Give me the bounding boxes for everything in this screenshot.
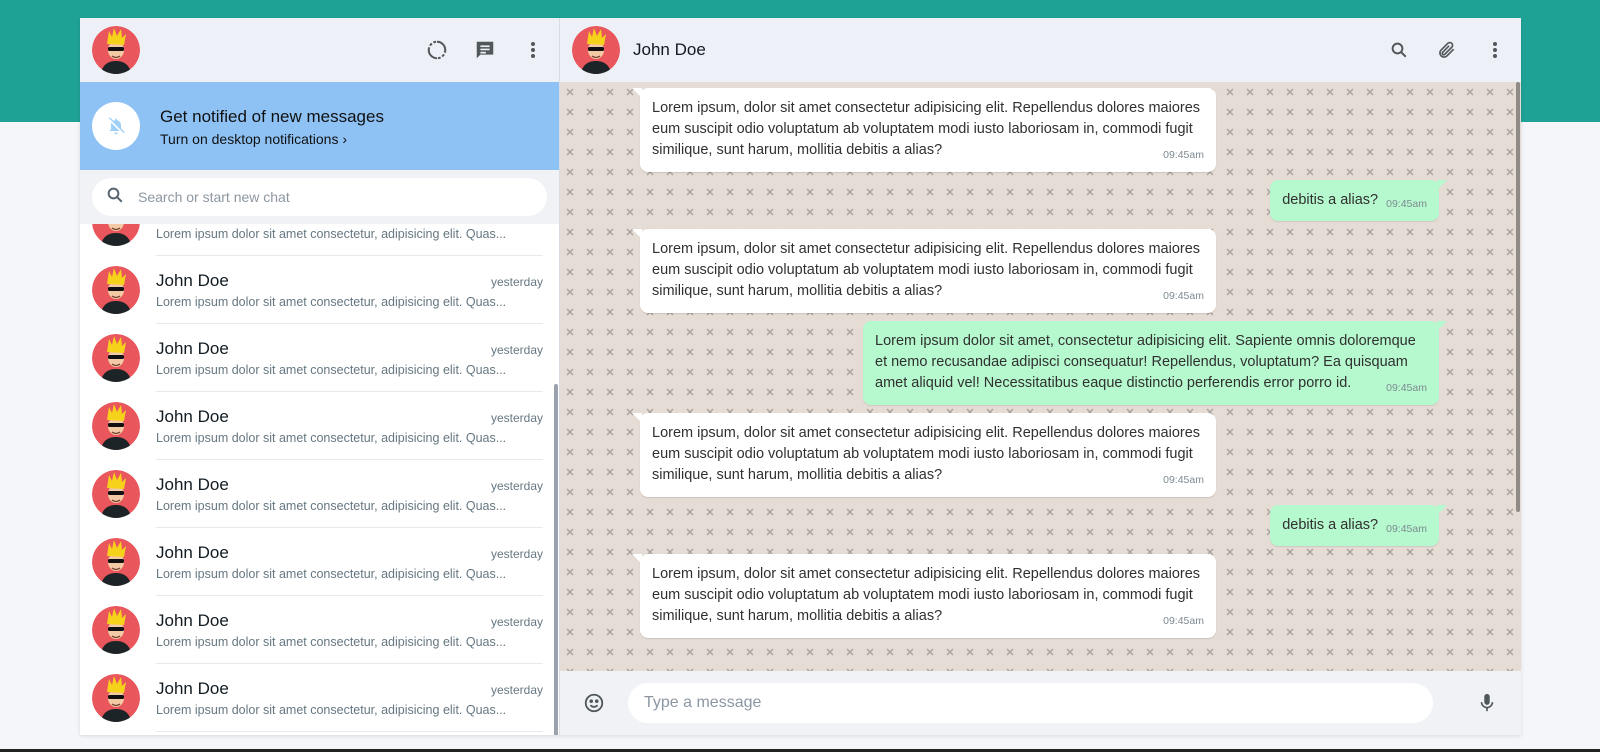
outgoing-message-row: debitis a alias? 09:45am bbox=[640, 180, 1447, 221]
chat-list[interactable]: Lorem ipsum dolor sit amet consectetur, … bbox=[80, 224, 559, 735]
incoming-message[interactable]: Lorem ipsum, dolor sit amet consectetur … bbox=[632, 554, 1216, 638]
message-text: Lorem ipsum, dolor sit amet consectetur … bbox=[652, 100, 1201, 158]
search-icon bbox=[106, 186, 124, 209]
emoji-icon[interactable] bbox=[580, 689, 608, 717]
message-text: Lorem ipsum dolor sit amet, consectetur … bbox=[875, 333, 1416, 391]
chat-list-item[interactable]: John Doe yesterday Lorem ipsum dolor sit a… bbox=[80, 324, 559, 392]
search-input[interactable] bbox=[138, 189, 533, 205]
contact-avatar bbox=[92, 674, 140, 722]
message-text: debitis a alias? bbox=[1282, 517, 1379, 533]
chat-name: John Doe bbox=[156, 338, 229, 358]
incoming-message-row: Lorem ipsum, dolor sit amet consectetur … bbox=[632, 88, 1439, 172]
message-composer bbox=[560, 671, 1521, 735]
sidebar-header bbox=[80, 18, 559, 82]
incoming-message[interactable]: Lorem ipsum, dolor sit amet consectetur … bbox=[632, 413, 1216, 497]
incoming-message-row: Lorem ipsum, dolor sit amet consectetur … bbox=[632, 413, 1439, 497]
outgoing-message[interactable]: debitis a alias? 09:45am bbox=[1270, 180, 1447, 221]
chat-name: John Doe bbox=[156, 406, 229, 426]
chat-time: yesterday bbox=[490, 478, 543, 493]
chat-list-item[interactable]: John Doe yesterday Lorem ipsum dolor sit a… bbox=[80, 596, 559, 664]
message-area[interactable]: Lorem ipsum, dolor sit amet consectetur … bbox=[560, 82, 1521, 671]
message-area-scrollbar[interactable] bbox=[1516, 82, 1521, 671]
chat-time: yesterday bbox=[490, 410, 543, 425]
chat-list-item[interactable]: John Doe yesterday Lorem ipsum dolor sit a… bbox=[80, 528, 559, 596]
bell-off-icon bbox=[92, 102, 140, 150]
chat-time: yesterday bbox=[490, 682, 543, 697]
status-icon[interactable] bbox=[423, 36, 451, 64]
chat-list-item[interactable]: Lorem ipsum dolor sit amet consectetur, … bbox=[80, 224, 559, 256]
chat-preview: Lorem ipsum dolor sit amet consectetur, … bbox=[156, 294, 507, 309]
message-time: 09:45am bbox=[1163, 474, 1204, 486]
contact-avatar bbox=[92, 266, 140, 314]
chat-preview: Lorem ipsum dolor sit amet consectetur, … bbox=[156, 226, 507, 241]
chat-name: John Doe bbox=[156, 610, 229, 630]
notification-title: Get notified of new messages bbox=[160, 107, 384, 126]
message-time: 09:45am bbox=[1163, 615, 1204, 627]
contact-avatar bbox=[92, 224, 140, 246]
incoming-message-row: Lorem ipsum, dolor sit amet consectetur … bbox=[632, 554, 1439, 638]
chat-time: yesterday bbox=[490, 546, 543, 561]
outgoing-message[interactable]: Lorem ipsum dolor sit amet, consectetur … bbox=[863, 321, 1447, 405]
search-bar bbox=[80, 170, 559, 224]
contact-avatar bbox=[92, 470, 140, 518]
chat-name: John Doe bbox=[156, 542, 229, 562]
message-area-scroll-thumb[interactable] bbox=[1516, 82, 1520, 512]
chat-list-item[interactable]: John Doe yesterday Lorem ipsum dolor sit a… bbox=[80, 256, 559, 324]
outgoing-message-row: debitis a alias? 09:45am bbox=[640, 505, 1447, 546]
chat-name: John Doe bbox=[156, 270, 229, 290]
chat-list-item[interactable]: John Doe yesterday Lorem ipsum dolor sit a… bbox=[80, 460, 559, 528]
message-input[interactable] bbox=[628, 683, 1433, 723]
outgoing-message-row: Lorem ipsum dolor sit amet, consectetur … bbox=[640, 321, 1447, 405]
chat-time: yesterday bbox=[490, 614, 543, 629]
chat-list-scrollbar[interactable] bbox=[554, 224, 559, 735]
microphone-icon[interactable] bbox=[1473, 689, 1501, 717]
message-time: 09:45am bbox=[1163, 149, 1204, 161]
contact-avatar bbox=[92, 606, 140, 654]
incoming-message-row: Lorem ipsum, dolor sit amet consectetur … bbox=[632, 229, 1439, 313]
search-icon[interactable] bbox=[1385, 36, 1413, 64]
chat-time: yesterday bbox=[490, 274, 543, 289]
contact-avatar bbox=[92, 402, 140, 450]
chat-preview: Lorem ipsum dolor sit amet consectetur, … bbox=[156, 702, 507, 717]
chat-list-item[interactable]: John Doe yesterday Lorem ipsum dolor sit a… bbox=[80, 392, 559, 460]
message-time: 09:45am bbox=[1386, 382, 1427, 394]
contact-name[interactable]: John Doe bbox=[633, 40, 706, 60]
menu-icon[interactable] bbox=[519, 36, 547, 64]
message-list: Lorem ipsum, dolor sit amet consectetur … bbox=[560, 88, 1521, 646]
message-text: debitis a alias? bbox=[1282, 192, 1379, 208]
message-time: 09:45am bbox=[1386, 198, 1427, 210]
chat-preview: Lorem ipsum dolor sit amet consectetur, … bbox=[156, 362, 507, 377]
chat-app: Get notified of new messages Turn on des… bbox=[80, 18, 1521, 735]
attach-icon[interactable] bbox=[1433, 36, 1461, 64]
conversation-pane: John Doe Lorem ipsum, dolor sit amet con… bbox=[560, 18, 1521, 735]
search-box bbox=[92, 178, 547, 216]
incoming-message[interactable]: Lorem ipsum, dolor sit amet consectetur … bbox=[632, 229, 1216, 313]
user-avatar[interactable] bbox=[92, 26, 140, 74]
chat-list-scroll-thumb[interactable] bbox=[554, 384, 558, 735]
menu-icon[interactable] bbox=[1481, 36, 1509, 64]
chat-time: yesterday bbox=[490, 342, 543, 357]
outgoing-message[interactable]: debitis a alias? 09:45am bbox=[1270, 505, 1447, 546]
chat-list-item[interactable]: John Doe yesterday Lorem ipsum dolor sit a… bbox=[80, 664, 559, 732]
new-chat-icon[interactable] bbox=[471, 36, 499, 64]
message-time: 09:45am bbox=[1386, 523, 1427, 535]
chat-name: John Doe bbox=[156, 678, 229, 698]
message-time: 09:45am bbox=[1163, 290, 1204, 302]
message-text: Lorem ipsum, dolor sit amet consectetur … bbox=[652, 241, 1201, 299]
chat-preview: Lorem ipsum dolor sit amet consectetur, … bbox=[156, 566, 507, 581]
chat-name: John Doe bbox=[156, 474, 229, 494]
contact-avatar bbox=[92, 334, 140, 382]
incoming-message[interactable]: Lorem ipsum, dolor sit amet consectetur … bbox=[632, 88, 1216, 172]
enable-notifications-link[interactable]: Turn on desktop notifications › bbox=[160, 131, 384, 147]
chat-preview: Lorem ipsum dolor sit amet consectetur, … bbox=[156, 498, 507, 513]
notification-banner[interactable]: Get notified of new messages Turn on des… bbox=[80, 82, 559, 170]
contact-avatar[interactable] bbox=[572, 26, 620, 74]
chat-preview: Lorem ipsum dolor sit amet consectetur, … bbox=[156, 430, 507, 445]
chat-preview: Lorem ipsum dolor sit amet consectetur, … bbox=[156, 634, 507, 649]
contact-avatar bbox=[92, 538, 140, 586]
conversation-header: John Doe bbox=[560, 18, 1521, 82]
sidebar: Get notified of new messages Turn on des… bbox=[80, 18, 560, 735]
message-text: Lorem ipsum, dolor sit amet consectetur … bbox=[652, 566, 1201, 624]
message-text: Lorem ipsum, dolor sit amet consectetur … bbox=[652, 425, 1201, 483]
